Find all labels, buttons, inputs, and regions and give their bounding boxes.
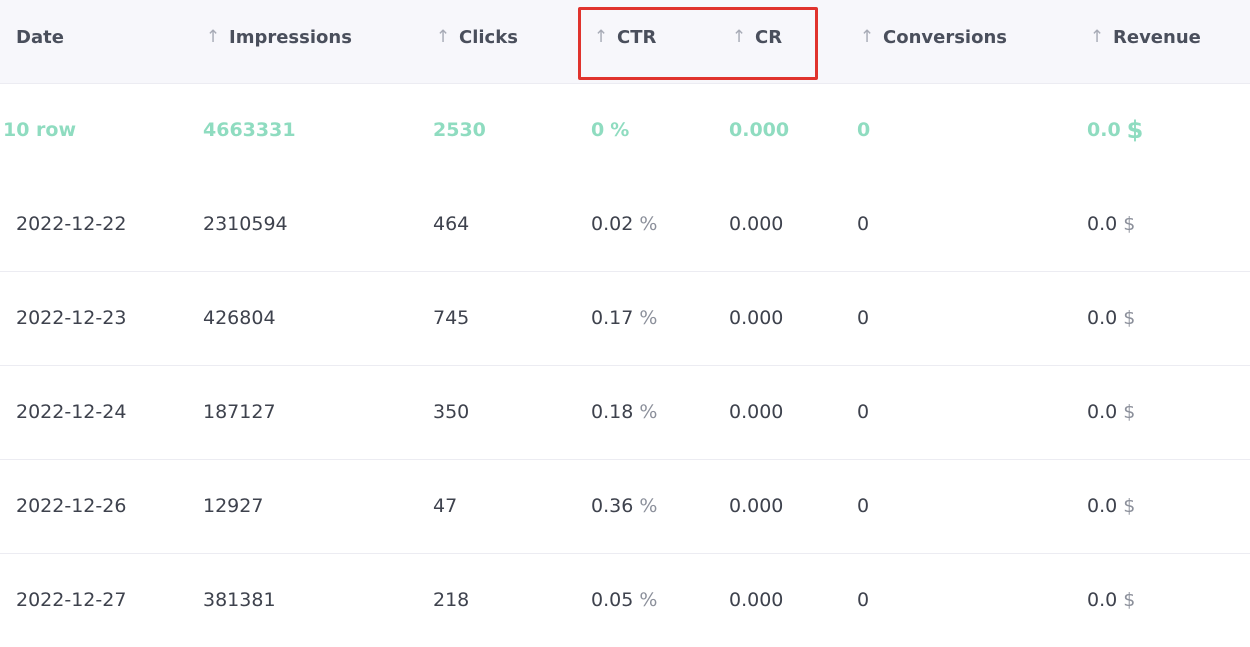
- dollar-unit: $: [1123, 589, 1136, 611]
- cell-clicks: 47: [433, 495, 458, 517]
- cell-date: 2022-12-27: [16, 589, 127, 611]
- summary-cr: 0.000: [729, 119, 790, 141]
- cell-cr: 0.000: [729, 213, 784, 235]
- cell-impressions: 426804: [203, 307, 276, 329]
- revenue-value: 0.0: [1087, 213, 1118, 235]
- cell-date: 2022-12-22: [16, 213, 127, 235]
- cell-ctr: 0.05 %: [591, 553, 657, 647]
- cell-conversions: 0: [857, 401, 870, 423]
- revenue-value: 0.0: [1087, 589, 1118, 611]
- column-header-impressions[interactable]: ↑ Impressions: [203, 0, 352, 74]
- summary-impressions: 4663331: [203, 119, 296, 141]
- cell-ctr: 0.02 %: [591, 177, 657, 271]
- ctr-value: 0.36: [591, 495, 634, 517]
- cell-ctr: 0.18 %: [591, 365, 657, 459]
- percent-unit: %: [610, 119, 630, 141]
- cell-revenue: 0.0 $: [1087, 271, 1135, 365]
- column-header-conversions[interactable]: ↑ Conversions: [857, 0, 1007, 74]
- cell-clicks: 350: [433, 401, 470, 423]
- cell-conversions: 0: [857, 307, 870, 329]
- ctr-value: 0.02: [591, 213, 634, 235]
- column-header-label: Clicks: [459, 26, 518, 48]
- summary-conversions: 0: [857, 119, 871, 141]
- cell-clicks: 218: [433, 589, 470, 611]
- summary-ctr: 0 %: [591, 83, 629, 177]
- cell-clicks: 745: [433, 307, 470, 329]
- dollar-unit: $: [1123, 495, 1136, 517]
- ctr-value: 0.05: [591, 589, 634, 611]
- cell-conversions: 0: [857, 495, 870, 517]
- column-header-label: Impressions: [229, 26, 352, 48]
- highlight-box-ctr-cr: [578, 7, 818, 80]
- ctr-value: 0: [591, 119, 605, 141]
- cell-conversions: 0: [857, 589, 870, 611]
- cell-revenue: 0.0 $: [1087, 459, 1135, 553]
- cell-ctr: 0.17 %: [591, 271, 657, 365]
- dollar-unit: $: [1126, 116, 1144, 144]
- table-row[interactable]: 2022-12-26 12927 47 0.36 % 0.000 0 0.0 $: [0, 459, 1250, 554]
- cell-revenue: 0.0 $: [1087, 177, 1135, 271]
- percent-unit: %: [639, 495, 658, 517]
- revenue-value: 0.0: [1087, 401, 1118, 423]
- revenue-value: 0.0: [1087, 307, 1118, 329]
- percent-unit: %: [639, 589, 658, 611]
- table-row[interactable]: 2022-12-27 381381 218 0.05 % 0.000 0 0.0…: [0, 553, 1250, 647]
- cell-clicks: 464: [433, 213, 470, 235]
- percent-unit: %: [639, 307, 658, 329]
- summary-revenue: 0.0 $: [1087, 83, 1143, 177]
- column-header-clicks[interactable]: ↑ Clicks: [433, 0, 518, 74]
- column-header-label: Date: [16, 26, 64, 48]
- sort-arrow-up-icon[interactable]: ↑: [203, 27, 223, 47]
- ctr-value: 0.18: [591, 401, 634, 423]
- sort-arrow-up-icon[interactable]: ↑: [857, 27, 877, 47]
- column-header-label: Conversions: [883, 26, 1007, 48]
- table-row[interactable]: 2022-12-22 2310594 464 0.02 % 0.000 0 0.…: [0, 177, 1250, 272]
- cell-cr: 0.000: [729, 589, 784, 611]
- cell-revenue: 0.0 $: [1087, 553, 1135, 647]
- cell-date: 2022-12-24: [16, 401, 127, 423]
- cell-impressions: 12927: [203, 495, 264, 517]
- column-header-date[interactable]: Date: [16, 0, 64, 74]
- cell-conversions: 0: [857, 213, 870, 235]
- cell-impressions: 2310594: [203, 213, 288, 235]
- cell-revenue: 0.0 $: [1087, 365, 1135, 459]
- revenue-value: 0.0: [1087, 119, 1121, 141]
- summary-row-count: 10 row: [3, 119, 77, 141]
- cell-cr: 0.000: [729, 307, 784, 329]
- dollar-unit: $: [1123, 213, 1136, 235]
- cell-cr: 0.000: [729, 495, 784, 517]
- summary-clicks: 2530: [433, 119, 486, 141]
- column-header-revenue[interactable]: ↑ Revenue: [1087, 0, 1201, 74]
- percent-unit: %: [639, 401, 658, 423]
- percent-unit: %: [639, 213, 658, 235]
- summary-row: 10 row 4663331 2530 0 % 0.000 0 0.0 $: [0, 83, 1250, 177]
- dollar-unit: $: [1123, 307, 1136, 329]
- cell-date: 2022-12-23: [16, 307, 127, 329]
- cell-impressions: 187127: [203, 401, 276, 423]
- sort-arrow-up-icon[interactable]: ↑: [433, 27, 453, 47]
- dollar-unit: $: [1123, 401, 1136, 423]
- sort-arrow-up-icon[interactable]: ↑: [1087, 27, 1107, 47]
- ctr-value: 0.17: [591, 307, 634, 329]
- cell-cr: 0.000: [729, 401, 784, 423]
- cell-date: 2022-12-26: [16, 495, 127, 517]
- revenue-value: 0.0: [1087, 495, 1118, 517]
- column-header-label: Revenue: [1113, 26, 1201, 48]
- cell-impressions: 381381: [203, 589, 276, 611]
- cell-ctr: 0.36 %: [591, 459, 657, 553]
- table-row[interactable]: 2022-12-23 426804 745 0.17 % 0.000 0 0.0…: [0, 271, 1250, 366]
- table-row[interactable]: 2022-12-24 187127 350 0.18 % 0.000 0 0.0…: [0, 365, 1250, 460]
